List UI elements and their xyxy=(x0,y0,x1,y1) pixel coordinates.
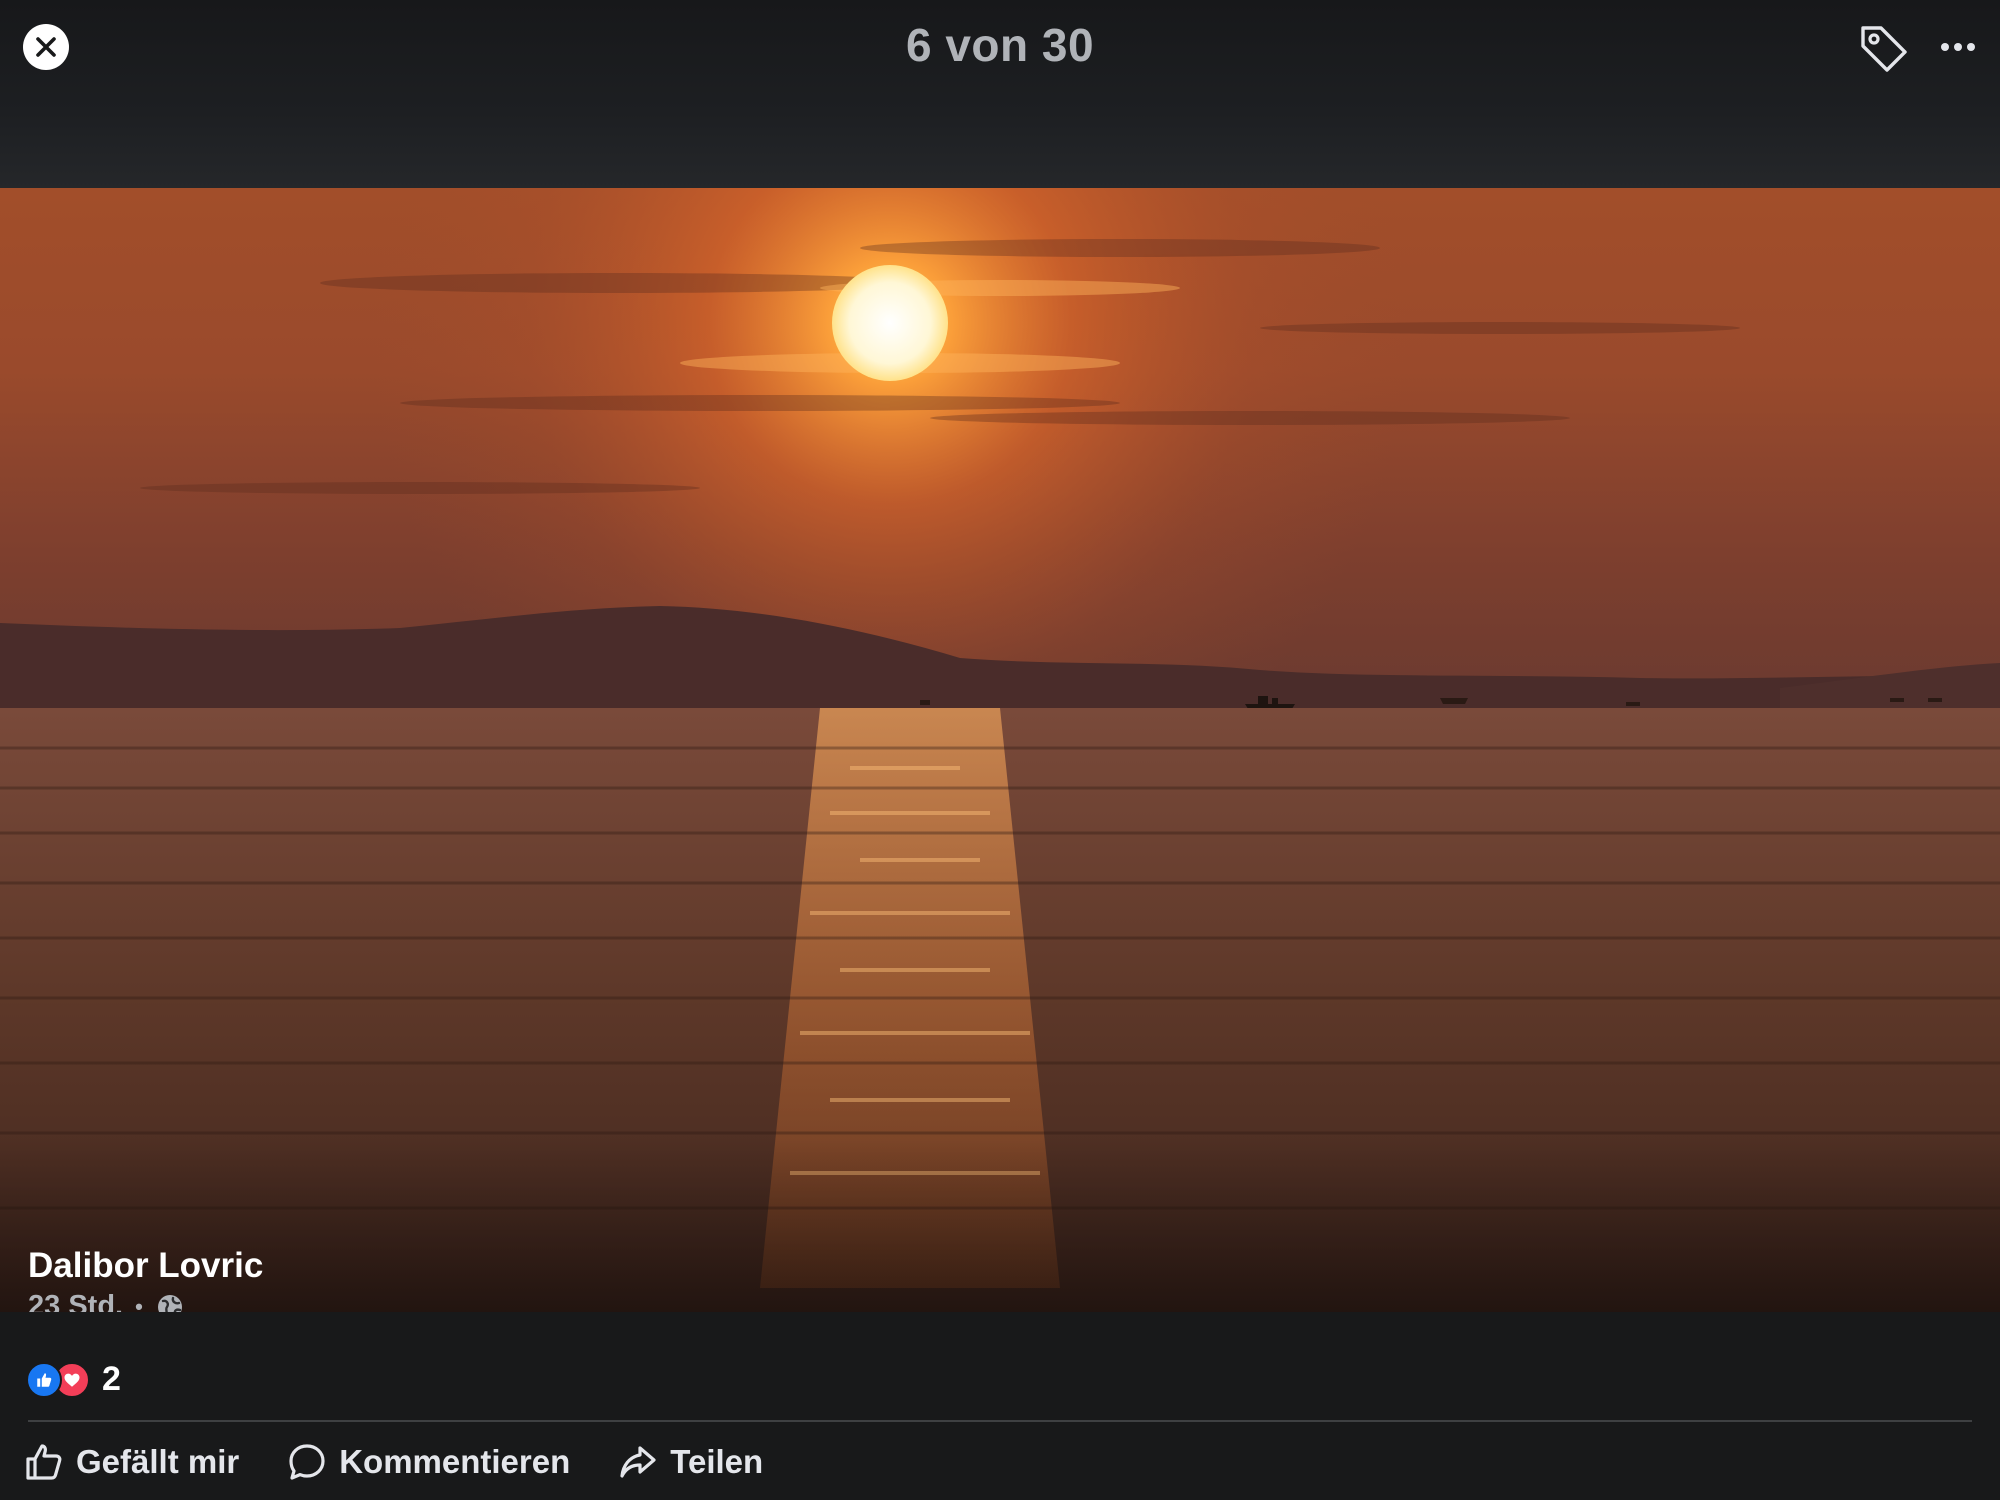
post-actions: Gefällt mir Kommentieren Teilen xyxy=(24,1438,811,1486)
viewer-header: 6 von 30 xyxy=(0,0,2000,188)
share-icon xyxy=(620,1446,656,1478)
more-horizontal-icon xyxy=(1941,43,1975,51)
share-label: Teilen xyxy=(670,1443,764,1480)
photo-counter: 6 von 30 xyxy=(905,19,1095,71)
comment-icon xyxy=(289,1444,325,1480)
comment-label: Kommentieren xyxy=(339,1443,571,1480)
like-label: Gefällt mir xyxy=(76,1443,240,1480)
thumbs-up-icon xyxy=(26,1444,62,1480)
reaction-count: 2 xyxy=(102,1360,121,1398)
tag-button[interactable] xyxy=(1855,20,1911,76)
reactions-summary[interactable]: 2 xyxy=(26,1360,121,1399)
tag-icon xyxy=(1861,26,1907,72)
share-button[interactable]: Teilen xyxy=(618,1442,763,1482)
like-icon xyxy=(26,1361,62,1398)
sunset-photo[interactable] xyxy=(0,188,2000,1312)
footer-divider xyxy=(28,1420,1972,1422)
comment-button[interactable]: Kommentieren xyxy=(287,1442,570,1482)
more-options-button[interactable] xyxy=(1933,22,1983,72)
like-button[interactable]: Gefällt mir xyxy=(24,1442,239,1482)
post-author-name[interactable]: Dalibor Lovric xyxy=(28,1246,263,1286)
photo-viewer: 6 von 30 Dalibor Lovric 23 Std. • 2 Gefä… xyxy=(0,0,2000,1500)
